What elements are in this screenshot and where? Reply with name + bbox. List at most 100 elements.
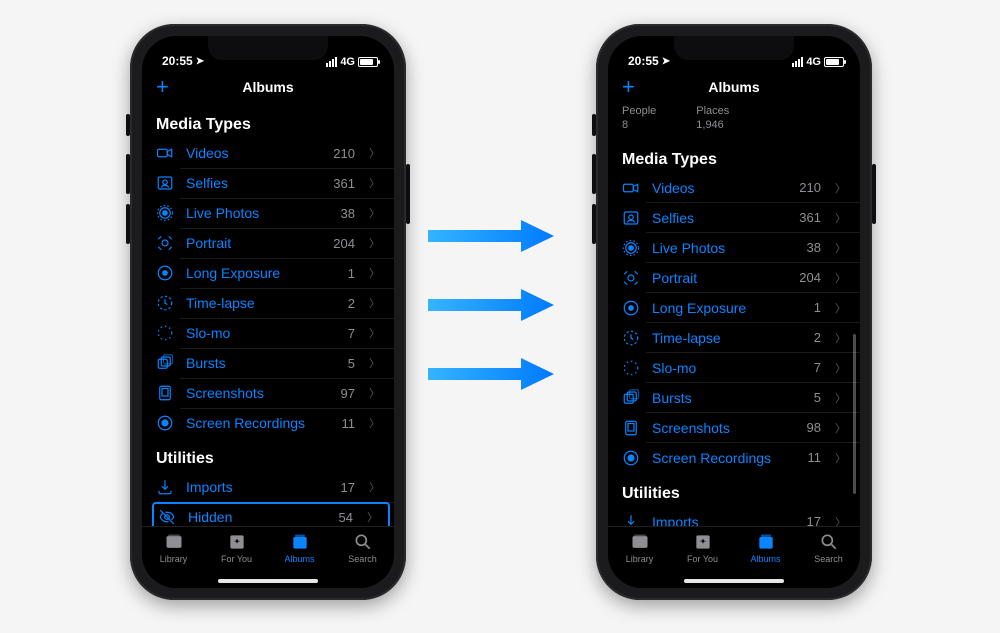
list-row-live[interactable]: Live Photos38〉 <box>622 233 860 263</box>
places-label: Places <box>696 104 729 118</box>
list-row-bursts[interactable]: Bursts5〉 <box>156 348 394 378</box>
tab-albums[interactable]: Albums <box>734 533 797 572</box>
chevron-right-icon: 〉 <box>835 330 846 346</box>
imports-icon <box>622 513 640 526</box>
slomo-icon <box>156 324 174 342</box>
chevron-right-icon: 〉 <box>835 240 846 256</box>
utilities-list: Imports17〉Recently Deleted5〉 <box>622 507 860 526</box>
row-count: 1 <box>348 266 355 281</box>
utilities-list: Imports17〉Hidden54〉Recently Deleted5〉 <box>156 472 394 526</box>
content-left[interactable]: Media Types Videos210〉Selfies361〉Live Ph… <box>142 104 394 526</box>
volume-down <box>126 204 130 244</box>
phone-left: 20:55 ➤ 4G + Albums Media Types Videos21… <box>130 24 406 600</box>
scroll-indicator[interactable] <box>853 334 856 494</box>
location-icon: ➤ <box>662 56 670 67</box>
row-count: 5 <box>348 356 355 371</box>
add-button[interactable]: + <box>156 76 169 98</box>
screenshot-icon <box>156 384 174 402</box>
list-row-video[interactable]: Videos210〉 <box>156 138 394 168</box>
row-label: Bursts <box>652 390 802 406</box>
list-row-longexp[interactable]: Long Exposure1〉 <box>156 258 394 288</box>
chevron-right-icon: 〉 <box>369 205 380 221</box>
row-count: 204 <box>799 270 821 285</box>
list-row-timelapse[interactable]: Time-lapse2〉 <box>156 288 394 318</box>
list-row-imports[interactable]: Imports17〉 <box>156 472 394 502</box>
chevron-right-icon: 〉 <box>369 175 380 191</box>
list-row-imports[interactable]: Imports17〉 <box>622 507 860 526</box>
list-row-live[interactable]: Live Photos38〉 <box>156 198 394 228</box>
list-row-slomo[interactable]: Slo-mo7〉 <box>622 353 860 383</box>
home-indicator[interactable] <box>218 579 318 583</box>
list-row-longexp[interactable]: Long Exposure1〉 <box>622 293 860 323</box>
list-row-video[interactable]: Videos210〉 <box>622 173 860 203</box>
list-row-screenshot[interactable]: Screenshots97〉 <box>156 378 394 408</box>
chevron-right-icon: 〉 <box>369 415 380 431</box>
row-count: 38 <box>807 240 821 255</box>
content-right[interactable]: People 8 Places 1,946 Media Types Videos… <box>608 104 860 526</box>
list-row-screenshot[interactable]: Screenshots98〉 <box>622 413 860 443</box>
mute-switch <box>592 114 596 136</box>
list-row-record[interactable]: Screen Recordings11〉 <box>622 443 860 473</box>
tab-search[interactable]: Search <box>797 533 860 572</box>
prior-section-peek: People 8 Places 1,946 <box>622 104 860 139</box>
tab-albums[interactable]: Albums <box>268 533 331 572</box>
row-count: 361 <box>799 210 821 225</box>
list-row-record[interactable]: Screen Recordings 11 〉 <box>156 408 394 438</box>
battery-icon <box>358 57 378 67</box>
chevron-right-icon: 〉 <box>835 420 846 436</box>
list-row-portrait[interactable]: Portrait204〉 <box>622 263 860 293</box>
nav-title: Albums <box>708 79 759 95</box>
power-button <box>406 164 410 224</box>
chevron-right-icon: 〉 <box>369 235 380 251</box>
chevron-right-icon: 〉 <box>369 355 380 371</box>
list-row-timelapse[interactable]: Time-lapse2〉 <box>622 323 860 353</box>
list-row-slomo[interactable]: Slo-mo7〉 <box>156 318 394 348</box>
phone-right: 20:55 ➤ 4G + Albums People 8 <box>596 24 872 600</box>
row-count: 7 <box>814 360 821 375</box>
row-label: Live Photos <box>186 205 329 221</box>
tab-library[interactable]: Library <box>142 533 205 572</box>
row-count: 7 <box>348 326 355 341</box>
tab-search[interactable]: Search <box>331 533 394 572</box>
nav-bar: + Albums <box>608 70 860 104</box>
add-button[interactable]: + <box>622 76 635 98</box>
chevron-right-icon: 〉 <box>835 450 846 466</box>
list-row-portrait[interactable]: Portrait204〉 <box>156 228 394 258</box>
row-count: 2 <box>348 296 355 311</box>
slomo-icon <box>622 359 640 377</box>
list-row-selfie[interactable]: Selfies361〉 <box>622 203 860 233</box>
timelapse-icon <box>156 294 174 312</box>
signal-icon <box>326 57 337 67</box>
power-button <box>872 164 876 224</box>
row-count: 11 <box>342 416 356 431</box>
row-label: Imports <box>652 514 795 526</box>
portrait-icon <box>156 234 174 252</box>
tab-foryou[interactable]: For You <box>671 533 734 572</box>
section-media-types: Media Types <box>622 139 860 173</box>
chevron-right-icon: 〉 <box>369 479 380 495</box>
list-row-hidden[interactable]: Hidden54〉 <box>152 502 390 526</box>
tab-foryou[interactable]: For You <box>205 533 268 572</box>
tab-label: Library <box>626 554 654 564</box>
tab-label: Library <box>160 554 188 564</box>
row-count: 210 <box>799 180 821 195</box>
chevron-right-icon: 〉 <box>835 210 846 226</box>
row-count: 210 <box>333 146 355 161</box>
tab-library[interactable]: Library <box>608 533 671 572</box>
section-utilities: Utilities <box>622 473 860 507</box>
list-row-bursts[interactable]: Bursts5〉 <box>622 383 860 413</box>
row-label: Screen Recordings <box>186 415 330 431</box>
row-count: 17 <box>341 480 355 495</box>
screen-right: 20:55 ➤ 4G + Albums People 8 <box>608 36 860 588</box>
list-row-selfie[interactable]: Selfies361〉 <box>156 168 394 198</box>
row-count: 5 <box>814 390 821 405</box>
status-time: 20:55 <box>162 54 193 68</box>
foryou-icon <box>227 533 247 551</box>
row-label: Time-lapse <box>652 330 802 346</box>
home-indicator[interactable] <box>684 579 784 583</box>
chevron-right-icon: 〉 <box>369 265 380 281</box>
record-icon <box>156 414 174 432</box>
row-label: Selfies <box>186 175 321 191</box>
arrow-icon <box>426 287 556 323</box>
row-label: Hidden <box>188 509 327 525</box>
